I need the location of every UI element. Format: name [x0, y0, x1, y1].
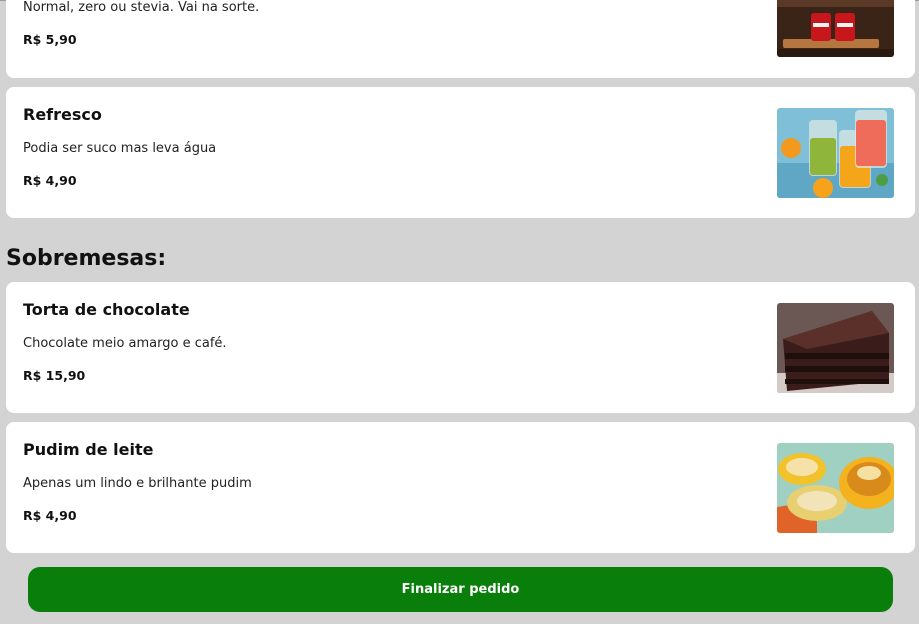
item-description: Apenas um lindo e brilhante pudim: [23, 476, 252, 491]
section-heading-desserts: Sobremesas:: [6, 246, 167, 271]
menu-item-card[interactable]: Refresco Podia ser suco mas leva água R$…: [6, 87, 915, 218]
item-description: Normal, zero ou stevia. Vai na sorte.: [23, 0, 260, 15]
item-price: R$ 15,90: [23, 368, 86, 383]
item-title: Pudim de leite: [23, 440, 154, 459]
checkout-button[interactable]: Finalizar pedido: [28, 567, 893, 612]
item-title: Torta de chocolate: [23, 300, 190, 319]
item-description: Chocolate meio amargo e café.: [23, 336, 227, 351]
item-title: Refresco: [23, 105, 102, 124]
item-price: R$ 4,90: [23, 173, 77, 188]
chocolate-cake-image: [777, 303, 894, 393]
item-description: Podia ser suco mas leva água: [23, 141, 217, 156]
menu-item-card[interactable]: Torta de chocolate Chocolate meio amargo…: [6, 282, 915, 413]
pudding-image: [777, 443, 894, 533]
menu-item-card[interactable]: Normal, zero ou stevia. Vai na sorte. R$…: [6, 0, 915, 78]
juice-glasses-image: [777, 108, 894, 198]
menu-item-card[interactable]: Pudim de leite Apenas um lindo e brilhan…: [6, 422, 915, 553]
item-price: R$ 4,90: [23, 508, 77, 523]
item-price: R$ 5,90: [23, 32, 77, 47]
soda-cans-image: [777, 0, 894, 57]
